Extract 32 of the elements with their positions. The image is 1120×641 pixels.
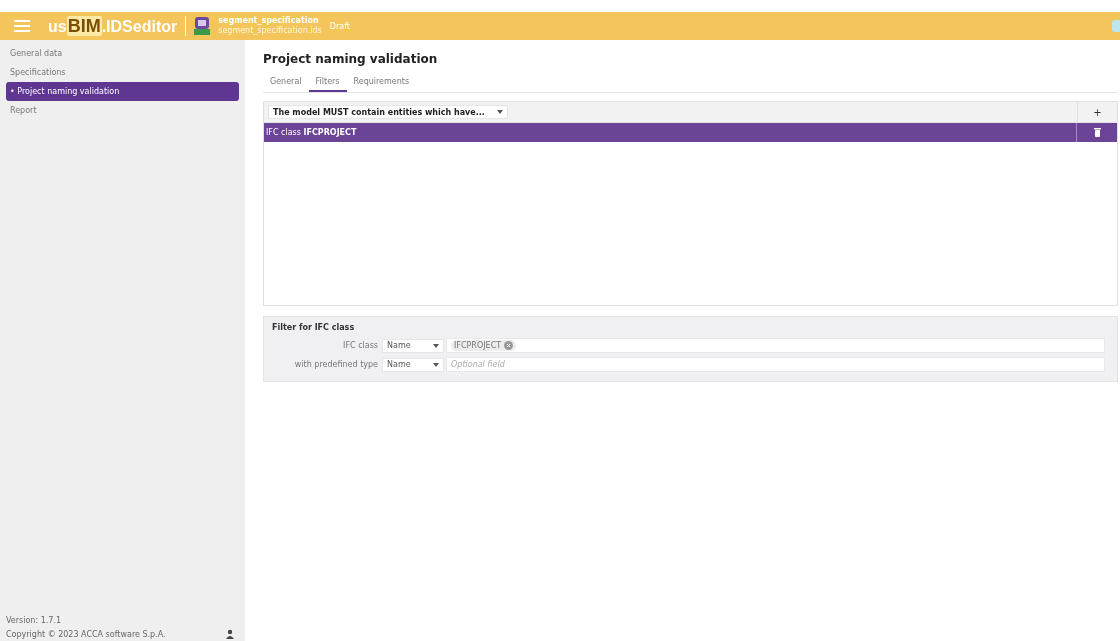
tag-field[interactable]: IFCPROJECT [446, 338, 1105, 353]
page-title: Project naming validation [263, 52, 439, 66]
grid-row[interactable]: IFC class IFCPROJECT [264, 123, 1117, 142]
tag-chip[interactable]: IFCPROJECT [451, 340, 517, 351]
sidebar-item[interactable]: General data [6, 44, 239, 63]
delete-icon[interactable] [1093, 128, 1101, 137]
tab[interactable]: Filters [308, 75, 347, 92]
filter-title: Filter for IFC class [272, 323, 356, 332]
caret-icon [433, 343, 439, 348]
status-label: Draft [329, 21, 350, 31]
copyright-text: Copyright © 2023 ACCA software S.p.A. [6, 629, 166, 639]
file-title: segment_specification [218, 16, 320, 26]
user-icon[interactable] [225, 629, 235, 639]
sidebar-item[interactable]: • Project naming validation [6, 82, 239, 101]
mode-dropdown[interactable]: Name [382, 357, 444, 372]
menu-icon[interactable] [14, 20, 30, 32]
file-name: segment_specification.ids [218, 26, 322, 36]
tab[interactable]: Requirements [346, 75, 417, 92]
text-field[interactable]: Optional field [446, 357, 1105, 372]
caret-icon [497, 110, 503, 114]
field-label: IFC class [342, 341, 379, 350]
remove-icon[interactable] [504, 341, 514, 350]
sidebar-item[interactable]: Specifications [6, 63, 239, 82]
app-logo: usBIM.IDSeditor [48, 15, 178, 37]
building-icon [194, 17, 211, 35]
tab[interactable]: General [263, 75, 309, 92]
sidebar-item[interactable]: Report [6, 101, 239, 120]
condition-dropdown[interactable]: The model MUST contain entities which have... [268, 105, 508, 119]
caret-icon [433, 362, 439, 367]
field-label: with predefined type [293, 360, 379, 369]
version-text: Version: 1.7.1 [6, 616, 62, 625]
mode-dropdown[interactable]: Name [382, 338, 444, 353]
